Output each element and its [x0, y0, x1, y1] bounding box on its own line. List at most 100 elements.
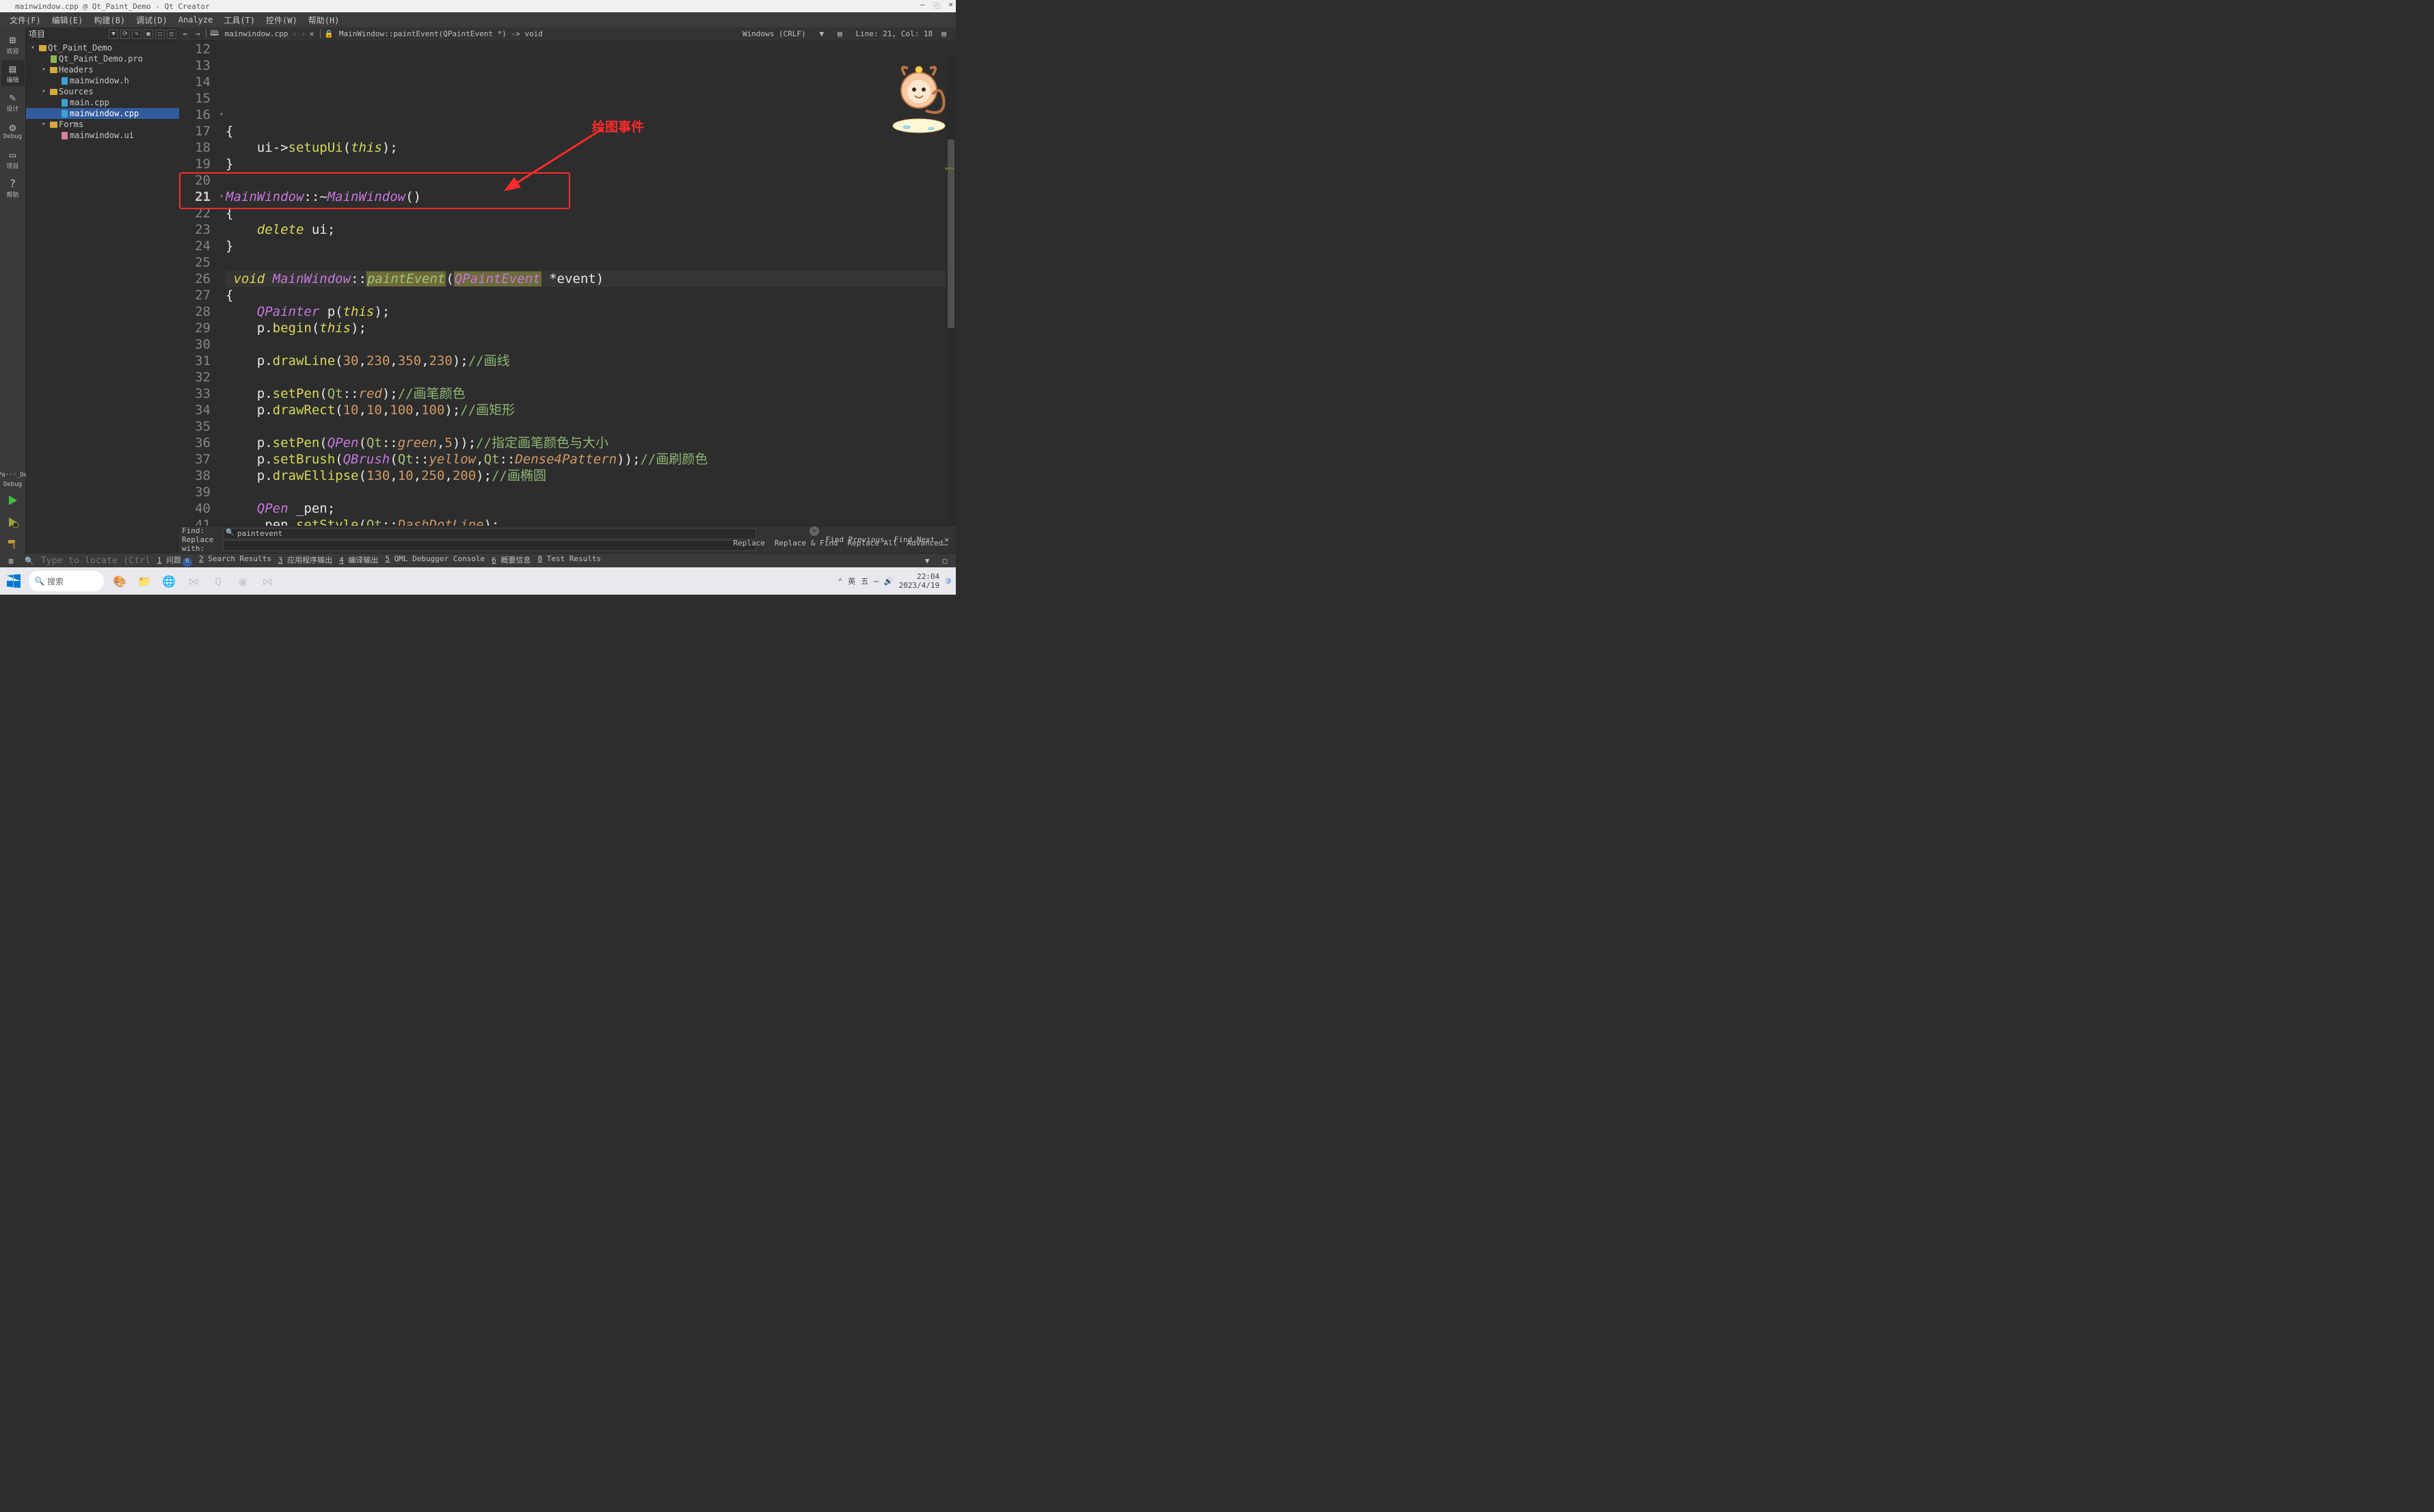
file-breadcrumb[interactable]: mainwindow.cpp	[221, 29, 293, 38]
menu-item[interactable]: 编辑(E)	[46, 14, 89, 26]
code-line-32[interactable]: p.setBrush(QBrush(Qt::yellow,Qt::Dense4P…	[226, 451, 956, 468]
menu-item[interactable]: 控件(W)	[260, 14, 303, 26]
code-line-19[interactable]: }	[226, 238, 956, 254]
menu-item[interactable]: 构建(B)	[88, 14, 131, 26]
code-line-24[interactable]: p.begin(this);	[226, 320, 956, 336]
func-lock-icon[interactable]: 🔒	[324, 29, 334, 39]
close-button[interactable]: ✕	[948, 0, 953, 11]
code-line-34[interactable]	[226, 484, 956, 500]
code-line-29[interactable]: p.drawRect(10,10,100,100);//画矩形	[226, 402, 956, 418]
minimize-button[interactable]: —	[920, 0, 925, 11]
nav-设计[interactable]: ✎设计	[1, 89, 25, 115]
volume-icon[interactable]: 🔊	[884, 577, 894, 586]
bookmark-icon[interactable]: 🕮	[210, 29, 219, 39]
output-tab-2[interactable]: 2 Search Results	[199, 554, 271, 567]
code-line-15[interactable]	[226, 172, 956, 189]
code-line-22[interactable]: {	[226, 287, 956, 303]
tree-header-button[interactable]: ▼	[109, 29, 118, 39]
nav-帮助[interactable]: ?帮助	[1, 175, 25, 201]
encoding-selector[interactable]: Windows (CRLF)	[743, 29, 806, 38]
pane-toggle-icon[interactable]: ▥	[4, 554, 18, 567]
taskbar-terminal-icon[interactable]: ▣	[232, 571, 253, 591]
tree-item-mainwindow.cpp[interactable]: mainwindow.cpp	[26, 108, 179, 119]
system-tray[interactable]: ⌃ 英 五 ⋯ 🔊 22:042023/4/19 ③	[838, 572, 952, 590]
tree-item-mainwindow.h[interactable]: mainwindow.h	[26, 75, 179, 86]
nav-欢迎[interactable]: ⊞欢迎	[1, 31, 25, 57]
fold-marker[interactable]: ▾	[217, 107, 226, 123]
taskbar-qt-icon[interactable]: Q	[208, 571, 228, 591]
code-line-25[interactable]	[226, 336, 956, 353]
code-line-28[interactable]: p.setPen(Qt::red);//画笔颜色	[226, 386, 956, 402]
close-tab-icon[interactable]: ✕	[307, 29, 317, 39]
replace-input[interactable]	[223, 540, 756, 551]
tree-header-button[interactable]: ✎	[132, 29, 142, 39]
code-line-12[interactable]: {	[226, 123, 956, 139]
tree-header-button[interactable]: ▢	[155, 29, 165, 39]
status-filter-icon[interactable]: ▼	[920, 554, 934, 567]
code-line-13[interactable]: ui->setupUi(this);	[226, 139, 956, 156]
code-editor[interactable]: 1213141516171819202122232425262728293031…	[179, 41, 956, 526]
clear-find-icon[interactable]: ✕	[810, 526, 819, 536]
code-line-27[interactable]	[226, 369, 956, 386]
nav-编辑[interactable]: ▤编辑	[1, 60, 25, 86]
tree-item-Forms[interactable]: ▾Forms	[26, 119, 179, 130]
replace-button[interactable]: Replace	[733, 539, 764, 548]
tree-item-main.cpp[interactable]: main.cpp	[26, 97, 179, 108]
output-tab-5[interactable]: 5 QML Debugger Console	[385, 554, 485, 567]
menu-item[interactable]: 调试(D)	[131, 14, 173, 26]
code-line-17[interactable]: {	[226, 205, 956, 221]
output-tab-6[interactable]: 6 概要信息	[492, 554, 531, 567]
kit-selector[interactable]: Debug	[3, 481, 22, 488]
taskbar-search[interactable]: 🔍 搜索	[29, 571, 104, 591]
find-input[interactable]	[223, 528, 756, 539]
code-line-20[interactable]	[226, 254, 956, 271]
tree-header-button[interactable]: ⟳	[120, 29, 130, 39]
network-icon[interactable]: ⋯	[874, 577, 879, 586]
taskbar-edge-icon[interactable]: 🌐	[159, 571, 179, 591]
advanced-button[interactable]: Advanced…	[907, 539, 948, 548]
output-tab-8[interactable]: 8 Test Results	[537, 554, 601, 567]
replace-all-button[interactable]: Replace All	[848, 539, 898, 548]
menu-item[interactable]: Analyze	[173, 15, 219, 25]
code-line-18[interactable]: delete ui;	[226, 221, 956, 238]
taskbar-vs-purple-icon[interactable]: ⋈	[257, 571, 278, 591]
tree-item-mainwindow.ui[interactable]: mainwindow.ui	[26, 130, 179, 141]
taskbar-file-explorer-icon[interactable]: 📁	[134, 571, 155, 591]
ime-lang2[interactable]: 五	[861, 576, 868, 586]
replace-and-find-button[interactable]: Replace & Find	[775, 539, 838, 548]
tree-item-Sources[interactable]: ▾Sources	[26, 86, 179, 97]
tray-chevron-icon[interactable]: ⌃	[838, 577, 843, 586]
build-button[interactable]	[1, 535, 25, 554]
ime-lang1[interactable]: 英	[848, 576, 855, 586]
status-close-icon[interactable]: ▢	[938, 554, 952, 567]
menu-bar[interactable]: 文件(F)编辑(E)构建(B)调试(D)Analyze工具(T)控件(W)帮助(…	[0, 12, 956, 27]
clock[interactable]: 22:042023/4/19	[899, 572, 940, 590]
tree-item-Qt_Paint_Demo.pro[interactable]: Qt_Paint_Demo.pro	[26, 53, 179, 64]
start-button[interactable]	[4, 571, 23, 591]
tree-item-Headers[interactable]: ▾Headers	[26, 64, 179, 75]
output-tab-1[interactable]: 1 问题6	[157, 554, 192, 567]
code-line-36[interactable]: _pen.setStyle(Qt::DashDotLine);	[226, 517, 956, 526]
code-line-30[interactable]	[226, 418, 956, 435]
code-line-23[interactable]: QPainter p(this);	[226, 303, 956, 320]
run-button[interactable]	[1, 491, 25, 510]
output-tab-3[interactable]: 3 应用程序输出	[278, 554, 332, 567]
nav-项目[interactable]: ▭项目	[1, 146, 25, 172]
nav-fwd-icon[interactable]: →	[193, 29, 202, 39]
code-line-16[interactable]: MainWindow::~MainWindow()	[226, 189, 956, 205]
code-line-35[interactable]: QPen _pen;	[226, 500, 956, 517]
menu-item[interactable]: 帮助(H)	[303, 14, 345, 26]
restore-button[interactable]: ⿻	[933, 0, 940, 11]
nav-back-icon[interactable]: ←	[180, 29, 190, 39]
code-line-31[interactable]: p.setPen(QPen(Qt::green,5));//指定画笔颜色与大小	[226, 435, 956, 451]
menu-item[interactable]: 文件(F)	[4, 14, 46, 26]
taskbar-vs-icon[interactable]: ⋈	[183, 571, 204, 591]
menu-item[interactable]: 工具(T)	[218, 14, 260, 26]
project-tree[interactable]: ▾Qt_Paint_DemoQt_Paint_Demo.pro▾Headersm…	[26, 41, 179, 554]
code-line-21[interactable]: void MainWindow::paintEvent(QPaintEvent …	[226, 271, 956, 287]
notifications-icon[interactable]: ③	[945, 577, 952, 586]
locator-input[interactable]	[41, 556, 150, 566]
code-line-14[interactable]: }	[226, 156, 956, 172]
code-line-26[interactable]: p.drawLine(30,230,350,230);//画线	[226, 353, 956, 369]
nav-Debug[interactable]: ⚙Debug	[1, 118, 25, 144]
